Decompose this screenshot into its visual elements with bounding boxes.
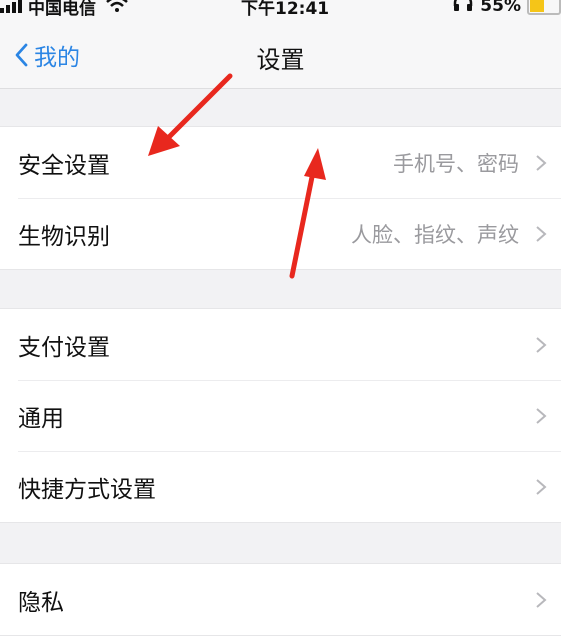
status-right: 55%	[452, 0, 561, 17]
chevron-right-icon	[536, 225, 547, 242]
battery-percent: 55%	[480, 0, 521, 16]
status-left: 中国电信	[0, 0, 128, 19]
row-label: 生物识别	[18, 223, 110, 250]
page-title: 设置	[256, 46, 305, 74]
status-bar: 中国电信 下午12:41 55%	[0, 0, 561, 22]
wifi-icon	[106, 0, 128, 17]
row-general[interactable]: 通用	[0, 380, 561, 451]
row-label: 隐私	[18, 589, 64, 616]
signal-icon	[0, 0, 22, 13]
row-payment-settings[interactable]: 支付设置	[0, 309, 561, 380]
battery-icon	[527, 0, 561, 15]
chevron-right-icon	[536, 154, 547, 171]
chevron-right-icon	[536, 478, 547, 495]
row-shortcut-settings[interactable]: 快捷方式设置	[0, 451, 561, 522]
row-security-settings[interactable]: 安全设置 手机号、密码	[0, 127, 561, 198]
row-label: 通用	[18, 405, 64, 432]
battery-fill	[530, 0, 544, 12]
row-detail: 手机号、密码	[393, 151, 519, 176]
headphones-icon	[452, 0, 474, 17]
chevron-right-icon	[536, 336, 547, 353]
row-label: 快捷方式设置	[18, 476, 156, 503]
row-privacy[interactable]: 隐私	[0, 564, 561, 635]
settings-group-privacy: 隐私	[0, 563, 561, 636]
row-label: 支付设置	[18, 334, 110, 361]
row-biometrics[interactable]: 生物识别 人脸、指纹、声纹	[0, 198, 561, 269]
chevron-right-icon	[536, 407, 547, 424]
row-label: 安全设置	[18, 152, 110, 179]
carrier-label: 中国电信	[28, 0, 96, 19]
status-time: 下午12:41	[241, 0, 330, 19]
chevron-right-icon	[536, 591, 547, 608]
nav-bar: 我的 设置	[0, 22, 561, 89]
row-detail: 人脸、指纹、声纹	[351, 222, 519, 247]
settings-group-security: 安全设置 手机号、密码 生物识别 人脸、指纹、声纹	[0, 126, 561, 270]
settings-group-general: 支付设置 通用 快捷方式设置	[0, 308, 561, 523]
